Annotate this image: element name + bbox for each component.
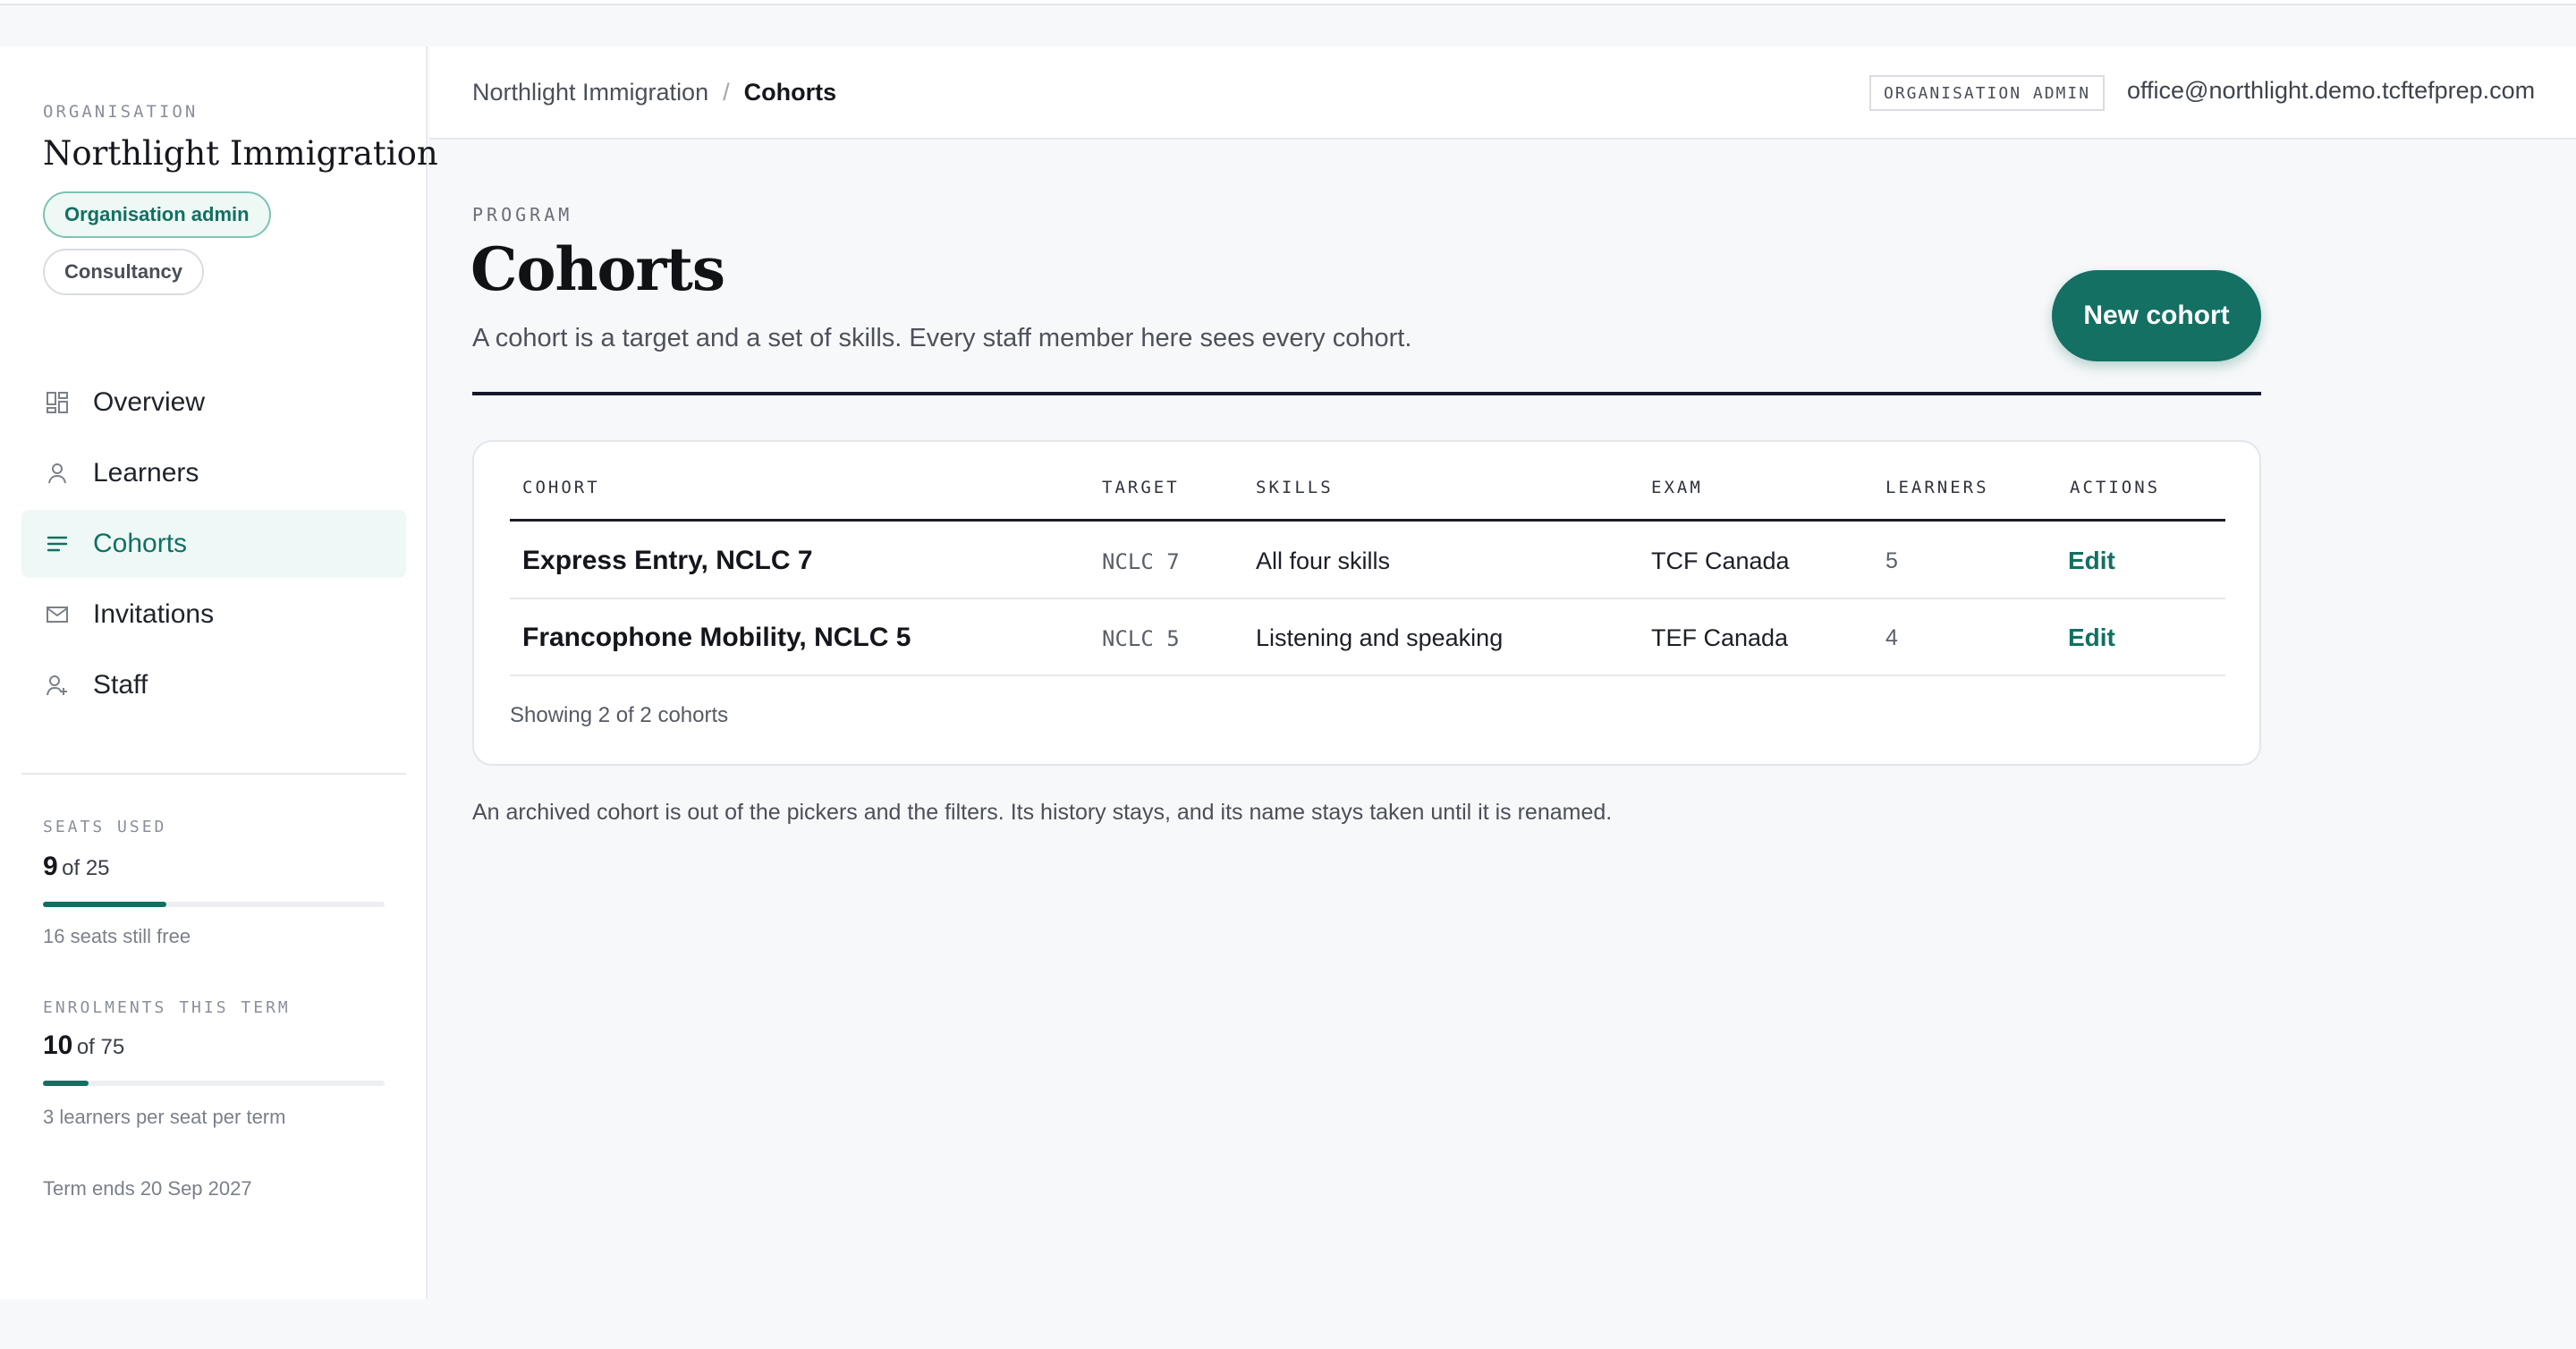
- breadcrumb: Northlight Immigration / Cohorts: [472, 79, 836, 106]
- page-description: A cohort is a target and a set of skills…: [472, 324, 1412, 352]
- cohort-skills: All four skills: [1256, 547, 1391, 574]
- enrolments-note: 3 learners per seat per term: [43, 1106, 286, 1128]
- org-label: ORGANISATION: [43, 102, 199, 122]
- seats-progress-fill: [43, 902, 166, 907]
- sidebar-item-staff[interactable]: Staff: [21, 651, 406, 719]
- user-icon: [45, 461, 70, 486]
- sidebar-item-invitations[interactable]: Invitations: [21, 581, 406, 649]
- seats-used: 9: [43, 852, 58, 881]
- role-badge-admin: Organisation admin: [43, 191, 271, 238]
- overview-icon: [45, 390, 70, 415]
- list-icon: [45, 531, 70, 556]
- top-header: Northlight Immigration / Cohorts ORGANIS…: [429, 47, 2576, 140]
- user-email[interactable]: office@northlight.demo.tcftefprep.com: [2127, 77, 2535, 105]
- cohort-exam: TCF Canada: [1651, 547, 1790, 574]
- sidebar-item-label: Staff: [93, 670, 148, 700]
- term-end: Term ends 20 Sep 2027: [43, 1177, 252, 1200]
- title-rule: [472, 392, 2261, 395]
- sidebar-item-learners[interactable]: Learners: [21, 439, 406, 507]
- archive-note: An archived cohort is out of the pickers…: [472, 800, 1613, 825]
- cohort-target: NCLC 7: [1102, 549, 1180, 574]
- org-name: Northlight Immigration: [43, 134, 438, 173]
- add-user-icon: [45, 673, 70, 698]
- seats-value: 9 of 25: [43, 852, 110, 882]
- edit-cohort-link[interactable]: Edit: [2068, 624, 2115, 652]
- page-title: Cohorts: [470, 234, 725, 304]
- cohort-learners: 4: [1885, 625, 1898, 650]
- seats-note: 16 seats still free: [43, 925, 191, 947]
- column-header-skills: SKILLS: [1256, 478, 1334, 497]
- org-type-badge: Consultancy: [43, 249, 205, 295]
- cohort-skills: Listening and speaking: [1256, 624, 1504, 651]
- cohort-name: Francophone Mobility, NCLC 5: [522, 623, 911, 652]
- sidebar: ORGANISATION Northlight Immigration Orga…: [0, 47, 438, 1299]
- sidebar-item-label: Invitations: [93, 599, 215, 629]
- breadcrumb-separator: /: [723, 79, 730, 106]
- enrolments-progress: [43, 1081, 385, 1086]
- column-header-target: TARGET: [1102, 478, 1180, 497]
- seats-label: SEATS USED: [43, 818, 167, 836]
- table-row: Express Entry, NCLC 7 NCLC 7 All four sk…: [510, 522, 2225, 599]
- enrolments-used: 10: [43, 1031, 73, 1060]
- breadcrumb-org[interactable]: Northlight Immigration: [472, 79, 708, 106]
- enrolments-value: 10 of 75: [43, 1031, 124, 1061]
- page-eyebrow: PROGRAM: [472, 204, 573, 225]
- sidebar-divider: [21, 773, 406, 775]
- sidebar-item-label: Cohorts: [93, 529, 188, 558]
- enrolments-total: of 75: [76, 1035, 125, 1059]
- seats-progress: [43, 902, 385, 907]
- sidebar-item-overview[interactable]: Overview: [21, 369, 406, 437]
- column-header-actions: ACTIONS: [2070, 478, 2161, 497]
- edit-cohort-link[interactable]: Edit: [2068, 547, 2115, 575]
- sidebar-item-label: Overview: [93, 387, 206, 417]
- sidebar-item-label: Learners: [93, 458, 199, 488]
- cohort-name: Express Entry, NCLC 7: [522, 546, 813, 575]
- enrolments-progress-fill: [43, 1081, 89, 1086]
- sidebar-nav: Overview Learners Cohorts Invitations St…: [21, 369, 406, 722]
- column-header-learners: LEARNERS: [1885, 478, 1989, 497]
- column-header-cohort: COHORT: [522, 478, 600, 497]
- top-strip: [0, 0, 2576, 5]
- table-footer-count: Showing 2 of 2 cohorts: [510, 703, 729, 727]
- enrolments-label: ENROLMENTS THIS TERM: [43, 998, 291, 1017]
- mail-icon: [45, 602, 70, 627]
- breadcrumb-current: Cohorts: [743, 79, 837, 106]
- table-header-rule: [510, 519, 2225, 522]
- cohort-learners: 5: [1885, 548, 1898, 573]
- table-row: Francophone Mobility, NCLC 5 NCLC 5 List…: [510, 599, 2225, 676]
- column-header-exam: EXAM: [1651, 478, 1703, 497]
- cohort-target: NCLC 5: [1102, 626, 1180, 651]
- sidebar-item-cohorts[interactable]: Cohorts: [21, 510, 406, 578]
- cohort-exam: TEF Canada: [1651, 624, 1789, 651]
- new-cohort-button[interactable]: New cohort: [2052, 270, 2261, 361]
- seats-total: of 25: [62, 856, 110, 880]
- role-badge: ORGANISATION ADMIN: [1869, 75, 2106, 111]
- cohorts-table-card: COHORT TARGET SKILLS EXAM LEARNERS ACTIO…: [472, 440, 2261, 766]
